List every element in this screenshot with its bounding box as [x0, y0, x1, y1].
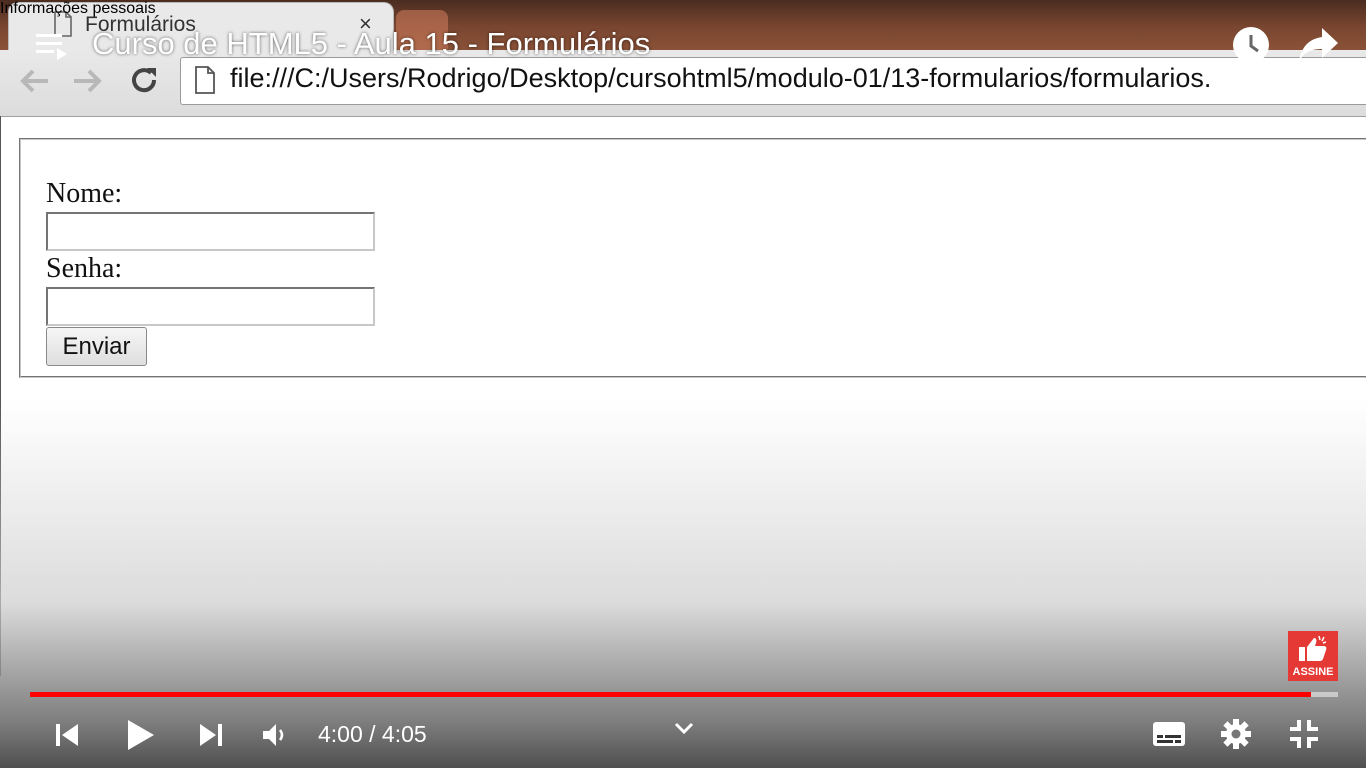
- reload-icon: [132, 68, 157, 93]
- page-icon: [195, 66, 215, 94]
- progress-bar[interactable]: [30, 692, 1338, 697]
- gear-icon[interactable]: [1220, 718, 1252, 750]
- address-url: file:///C:/Users/Rodrigo/Desktop/cursoht…: [230, 63, 1212, 93]
- forward-icon: [74, 69, 102, 93]
- progress-played: [30, 692, 1312, 697]
- clock-icon[interactable]: [1232, 26, 1270, 64]
- share-icon[interactable]: [1298, 26, 1340, 64]
- fieldset-legend: Informações pessoais: [0, 0, 156, 17]
- personal-info-fieldset: [19, 138, 1366, 378]
- name-label: Nome:: [46, 178, 123, 209]
- skip-previous-icon[interactable]: [54, 722, 80, 748]
- password-label: Senha:: [46, 253, 123, 284]
- subscribe-label: ASSINE: [1292, 666, 1334, 678]
- player-gradient: [0, 400, 1366, 768]
- back-icon: [20, 69, 48, 93]
- submit-button[interactable]: Enviar: [46, 327, 147, 366]
- skip-next-icon[interactable]: [198, 722, 224, 748]
- exit-fullscreen-icon[interactable]: [1288, 718, 1320, 750]
- subtitles-icon[interactable]: [1152, 720, 1186, 748]
- thumbs-up-icon: [1299, 635, 1327, 661]
- time-display: 4:00 / 4:05: [318, 721, 427, 747]
- subscribe-badge[interactable]: ASSINE: [1288, 631, 1338, 681]
- name-input[interactable]: [46, 212, 375, 251]
- play-icon[interactable]: [126, 719, 156, 751]
- video-title[interactable]: Curso de HTML5 - Aula 15 - Formulários: [92, 26, 650, 62]
- playlist-icon[interactable]: [36, 34, 67, 62]
- chevron-down-icon[interactable]: [674, 722, 694, 736]
- password-input[interactable]: [46, 287, 375, 326]
- volume-icon[interactable]: [262, 722, 290, 748]
